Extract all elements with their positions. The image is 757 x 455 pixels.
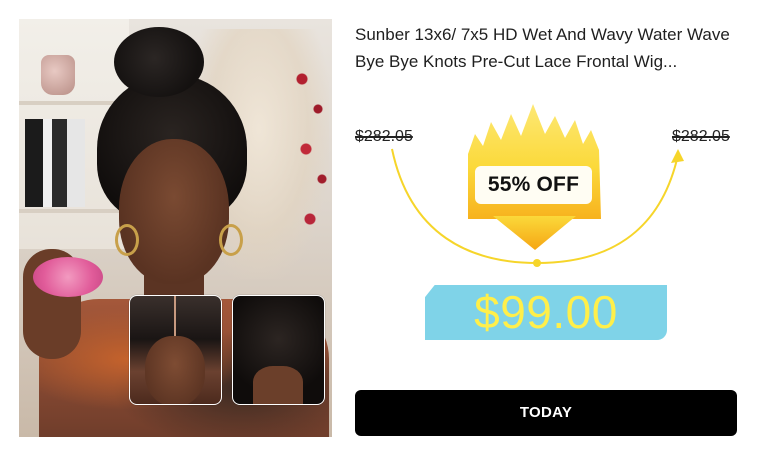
thumbnail-lace-part[interactable] bbox=[129, 295, 222, 405]
arc-dot bbox=[533, 259, 541, 267]
hair-part bbox=[174, 296, 176, 336]
arrow-up-icon bbox=[671, 149, 684, 163]
today-button[interactable]: TODAY bbox=[355, 390, 737, 436]
product-image[interactable] bbox=[19, 19, 332, 437]
lace-piece bbox=[33, 257, 103, 297]
hair-bun bbox=[114, 27, 204, 97]
thumbnail-face bbox=[145, 336, 205, 404]
product-title[interactable]: Sunber 13x6/ 7x5 HD Wet And Wavy Water W… bbox=[355, 21, 740, 75]
red-berries bbox=[294, 59, 332, 259]
thumbnail-neck bbox=[253, 366, 303, 404]
face bbox=[119, 139, 229, 284]
original-price-left: $282.05 bbox=[355, 128, 413, 145]
earring bbox=[219, 224, 243, 256]
shelf bbox=[19, 101, 119, 105]
shelf bbox=[19, 209, 119, 213]
thumbnail-back-bun[interactable] bbox=[232, 295, 325, 405]
discount-label: 55% OFF bbox=[475, 166, 592, 204]
original-price-right: $282.05 bbox=[672, 128, 730, 145]
books bbox=[25, 119, 85, 207]
earring bbox=[115, 224, 139, 256]
arrow-down-icon bbox=[493, 216, 576, 250]
sale-price: $99.00 bbox=[474, 286, 618, 338]
vase bbox=[41, 55, 75, 95]
